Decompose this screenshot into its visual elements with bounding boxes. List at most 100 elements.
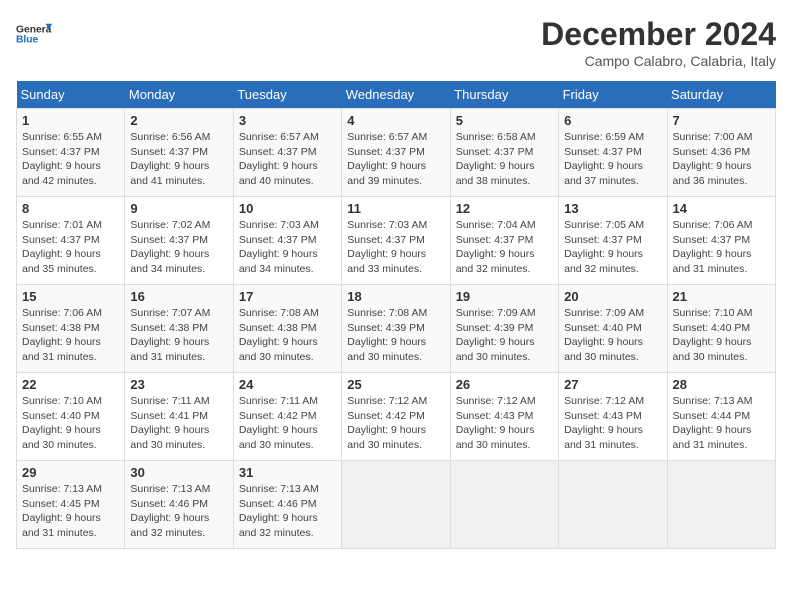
day-number: 14	[673, 201, 770, 216]
day-number: 2	[130, 113, 227, 128]
day-info: Sunrise: 7:13 AMSunset: 4:46 PMDaylight:…	[130, 482, 227, 541]
day-number: 10	[239, 201, 336, 216]
day-number: 11	[347, 201, 444, 216]
header-sunday: Sunday	[17, 81, 125, 109]
day-number: 29	[22, 465, 119, 480]
calendar-cell	[450, 461, 558, 549]
calendar-cell: 23Sunrise: 7:11 AMSunset: 4:41 PMDayligh…	[125, 373, 233, 461]
header-thursday: Thursday	[450, 81, 558, 109]
calendar-cell: 15 Sunrise: 7:06 AMSunset: 4:38 PMDayligh…	[17, 285, 125, 373]
day-info: Sunrise: 7:03 AMSunset: 4:37 PMDaylight:…	[347, 218, 444, 277]
calendar-cell: 10 Sunrise: 7:03 AMSunset: 4:37 PMDayligh…	[233, 197, 341, 285]
calendar-cell	[559, 461, 667, 549]
day-number: 7	[673, 113, 770, 128]
day-number: 24	[239, 377, 336, 392]
calendar-cell: 5 Sunrise: 6:58 AMSunset: 4:37 PMDaylight…	[450, 109, 558, 197]
calendar-cell: 25 Sunrise: 7:12 AMSunset: 4:42 PMDayligh…	[342, 373, 450, 461]
calendar-cell: 12 Sunrise: 7:04 AMSunset: 4:37 PMDayligh…	[450, 197, 558, 285]
day-info: Sunrise: 7:13 AMSunset: 4:44 PMDaylight:…	[673, 394, 770, 453]
day-number: 9	[130, 201, 227, 216]
day-number: 28	[673, 377, 770, 392]
header-tuesday: Tuesday	[233, 81, 341, 109]
calendar-cell: 16Sunrise: 7:07 AMSunset: 4:38 PMDayligh…	[125, 285, 233, 373]
day-number: 21	[673, 289, 770, 304]
day-info: Sunrise: 7:12 AMSunset: 4:43 PMDaylight:…	[564, 394, 661, 453]
page-subtitle: Campo Calabro, Calabria, Italy	[541, 53, 776, 69]
calendar-cell: 4Sunrise: 6:57 AMSunset: 4:37 PMDaylight…	[342, 109, 450, 197]
calendar-cell: 13 Sunrise: 7:05 AMSunset: 4:37 PMDayligh…	[559, 197, 667, 285]
calendar-cell: 2Sunrise: 6:56 AMSunset: 4:37 PMDaylight…	[125, 109, 233, 197]
svg-text:General: General	[16, 24, 52, 35]
calendar-cell: 7 Sunrise: 7:00 AMSunset: 4:36 PMDaylight…	[667, 109, 775, 197]
calendar-week-5: 29 Sunrise: 7:13 AMSunset: 4:45 PMDayligh…	[17, 461, 776, 549]
calendar-cell: 17 Sunrise: 7:08 AMSunset: 4:38 PMDayligh…	[233, 285, 341, 373]
day-number: 1	[22, 113, 119, 128]
day-info: Sunrise: 6:58 AMSunset: 4:37 PMDaylight:…	[456, 130, 553, 189]
day-info: Sunrise: 7:09 AMSunset: 4:39 PMDaylight:…	[456, 306, 553, 365]
header-friday: Friday	[559, 81, 667, 109]
day-number: 31	[239, 465, 336, 480]
day-number: 16	[130, 289, 227, 304]
calendar-cell: 18Sunrise: 7:08 AMSunset: 4:39 PMDayligh…	[342, 285, 450, 373]
day-info: Sunrise: 7:05 AMSunset: 4:37 PMDaylight:…	[564, 218, 661, 277]
calendar-cell: 11 Sunrise: 7:03 AMSunset: 4:37 PMDayligh…	[342, 197, 450, 285]
day-info: Sunrise: 7:06 AMSunset: 4:37 PMDaylight:…	[673, 218, 770, 277]
calendar-cell: 6 Sunrise: 6:59 AMSunset: 4:37 PMDaylight…	[559, 109, 667, 197]
day-info: Sunrise: 7:06 AMSunset: 4:38 PMDaylight:…	[22, 306, 119, 365]
calendar-week-3: 15 Sunrise: 7:06 AMSunset: 4:38 PMDayligh…	[17, 285, 776, 373]
day-number: 30	[130, 465, 227, 480]
calendar-cell: 24Sunrise: 7:11 AMSunset: 4:42 PMDayligh…	[233, 373, 341, 461]
day-info: Sunrise: 7:01 AMSunset: 4:37 PMDaylight:…	[22, 218, 119, 277]
calendar-cell: 31 Sunrise: 7:13 AMSunset: 4:46 PMDayligh…	[233, 461, 341, 549]
calendar-header-row: SundayMondayTuesdayWednesdayThursdayFrid…	[17, 81, 776, 109]
day-info: Sunrise: 7:04 AMSunset: 4:37 PMDaylight:…	[456, 218, 553, 277]
day-number: 18	[347, 289, 444, 304]
day-info: Sunrise: 7:12 AMSunset: 4:42 PMDaylight:…	[347, 394, 444, 453]
day-info: Sunrise: 7:11 AMSunset: 4:41 PMDaylight:…	[130, 394, 227, 453]
day-number: 5	[456, 113, 553, 128]
day-number: 6	[564, 113, 661, 128]
calendar-cell: 20 Sunrise: 7:09 AMSunset: 4:40 PMDayligh…	[559, 285, 667, 373]
title-section: December 2024 Campo Calabro, Calabria, I…	[541, 16, 776, 69]
day-info: Sunrise: 7:10 AMSunset: 4:40 PMDaylight:…	[22, 394, 119, 453]
calendar-cell: 30 Sunrise: 7:13 AMSunset: 4:46 PMDayligh…	[125, 461, 233, 549]
day-info: Sunrise: 7:09 AMSunset: 4:40 PMDaylight:…	[564, 306, 661, 365]
logo-svg: General Blue	[16, 16, 52, 52]
day-number: 26	[456, 377, 553, 392]
day-info: Sunrise: 7:03 AMSunset: 4:37 PMDaylight:…	[239, 218, 336, 277]
day-info: Sunrise: 7:08 AMSunset: 4:38 PMDaylight:…	[239, 306, 336, 365]
day-info: Sunrise: 7:13 AMSunset: 4:45 PMDaylight:…	[22, 482, 119, 541]
calendar-cell	[667, 461, 775, 549]
day-info: Sunrise: 6:57 AMSunset: 4:37 PMDaylight:…	[239, 130, 336, 189]
day-number: 13	[564, 201, 661, 216]
day-info: Sunrise: 6:59 AMSunset: 4:37 PMDaylight:…	[564, 130, 661, 189]
day-number: 17	[239, 289, 336, 304]
calendar-week-4: 22 Sunrise: 7:10 AMSunset: 4:40 PMDayligh…	[17, 373, 776, 461]
calendar-cell: 22 Sunrise: 7:10 AMSunset: 4:40 PMDayligh…	[17, 373, 125, 461]
page-title: December 2024	[541, 16, 776, 53]
calendar-week-2: 8 Sunrise: 7:01 AMSunset: 4:37 PMDaylight…	[17, 197, 776, 285]
calendar-cell: 14 Sunrise: 7:06 AMSunset: 4:37 PMDayligh…	[667, 197, 775, 285]
day-number: 25	[347, 377, 444, 392]
calendar-cell: 21Sunrise: 7:10 AMSunset: 4:40 PMDayligh…	[667, 285, 775, 373]
calendar-cell: 9 Sunrise: 7:02 AMSunset: 4:37 PMDaylight…	[125, 197, 233, 285]
day-number: 20	[564, 289, 661, 304]
svg-text:Blue: Blue	[16, 35, 39, 46]
day-number: 8	[22, 201, 119, 216]
calendar-cell: 1Sunrise: 6:55 AMSunset: 4:37 PMDaylight…	[17, 109, 125, 197]
day-number: 4	[347, 113, 444, 128]
day-info: Sunrise: 7:13 AMSunset: 4:46 PMDaylight:…	[239, 482, 336, 541]
header-saturday: Saturday	[667, 81, 775, 109]
calendar-cell: 27Sunrise: 7:12 AMSunset: 4:43 PMDayligh…	[559, 373, 667, 461]
header: General Blue December 2024 Campo Calabro…	[16, 16, 776, 69]
day-number: 15	[22, 289, 119, 304]
day-number: 3	[239, 113, 336, 128]
calendar-cell: 28 Sunrise: 7:13 AMSunset: 4:44 PMDayligh…	[667, 373, 775, 461]
day-info: Sunrise: 7:00 AMSunset: 4:36 PMDaylight:…	[673, 130, 770, 189]
calendar-table: SundayMondayTuesdayWednesdayThursdayFrid…	[16, 81, 776, 549]
calendar-cell: 8 Sunrise: 7:01 AMSunset: 4:37 PMDaylight…	[17, 197, 125, 285]
day-number: 22	[22, 377, 119, 392]
day-info: Sunrise: 7:02 AMSunset: 4:37 PMDaylight:…	[130, 218, 227, 277]
logo: General Blue	[16, 16, 52, 52]
day-number: 12	[456, 201, 553, 216]
